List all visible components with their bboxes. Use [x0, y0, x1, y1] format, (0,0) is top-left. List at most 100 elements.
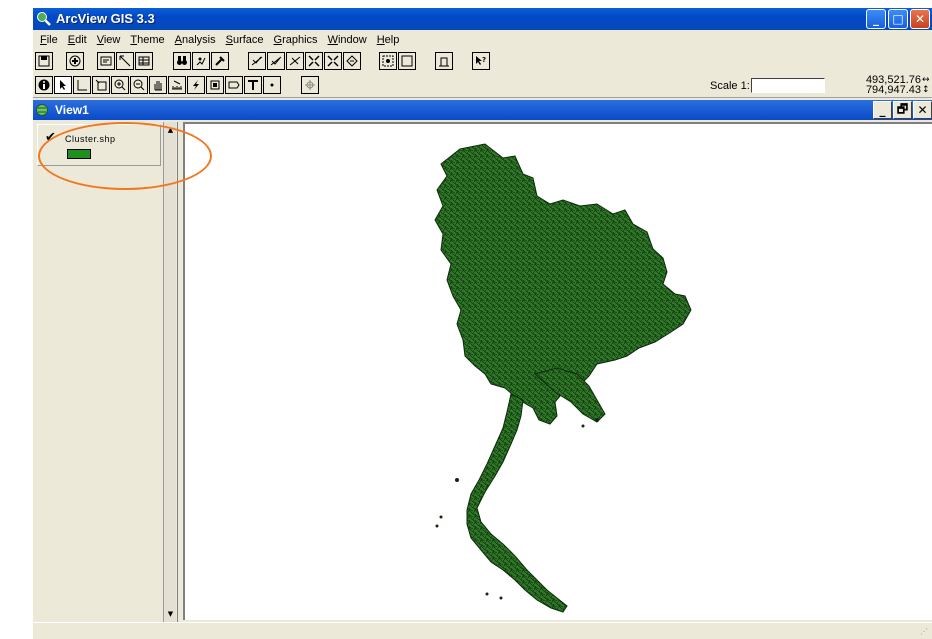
- menu-analysis-key: A: [174, 33, 182, 46]
- minimize-button[interactable]: _: [866, 9, 886, 29]
- menu-view[interactable]: View: [92, 34, 126, 46]
- menu-help-rest: elp: [384, 33, 400, 46]
- menu-theme[interactable]: Theme: [125, 34, 169, 46]
- menu-surface[interactable]: Surface: [221, 34, 269, 46]
- menu-graphics-key: G: [273, 33, 283, 46]
- menu-analysis[interactable]: Analysis: [170, 34, 221, 46]
- menu-graphics-rest: raphics: [282, 33, 318, 46]
- map-display[interactable]: [183, 122, 932, 620]
- globe-magnifier-icon: [37, 12, 51, 26]
- zoom-previous-button[interactable]: [343, 52, 361, 70]
- scale-label: Scale 1:: [710, 80, 750, 92]
- layout-icon: [439, 57, 449, 67]
- vertex-edit-tool[interactable]: [73, 76, 91, 94]
- status-bar: ⋰: [33, 622, 932, 639]
- close-button[interactable]: ✕: [910, 9, 930, 29]
- locate-address-button[interactable]: [192, 52, 210, 70]
- title-bar[interactable]: ArcView GIS 3.3 _ □ ✕: [33, 8, 932, 30]
- label-icon: [228, 81, 240, 89]
- view-title-bar[interactable]: View1 _ 🗗 ✕: [33, 100, 932, 120]
- view-title: View1: [55, 103, 89, 117]
- menu-bar: File Edit View Theme Analysis Surface Gr…: [33, 30, 932, 49]
- measure-icon: [172, 80, 182, 90]
- area-of-interest-icon: [210, 80, 220, 90]
- menu-surface-key: S: [225, 33, 233, 46]
- cursor-coordinates: 493,521.76 794,947.43: [865, 75, 921, 96]
- add-theme-button[interactable]: [66, 52, 84, 70]
- zoom-full-extent-button[interactable]: [248, 52, 266, 70]
- menu-window-rest: indow: [337, 33, 367, 46]
- view-close-button[interactable]: ✕: [913, 101, 932, 119]
- select-feature-tool[interactable]: [92, 76, 110, 94]
- table-icon: [138, 56, 150, 66]
- select-features-button[interactable]: [379, 52, 397, 70]
- pan-tool[interactable]: [149, 76, 167, 94]
- find-button[interactable]: [173, 52, 191, 70]
- help-button[interactable]: ?: [472, 52, 490, 70]
- clear-selection-icon: [401, 55, 413, 67]
- vertex-edit-icon: [77, 80, 87, 91]
- map-island: [439, 515, 443, 519]
- theme-entry-cluster[interactable]: ✔ Cluster.shp: [37, 124, 161, 166]
- lightning-icon: [193, 80, 199, 90]
- menu-view-key: V: [96, 33, 104, 46]
- save-project-button[interactable]: [35, 52, 53, 70]
- zoom-active-themes-button[interactable]: [267, 52, 285, 70]
- zoom-in-button[interactable]: [305, 52, 323, 70]
- coord-y: 794,947.43: [865, 84, 921, 96]
- snap-tool[interactable]: [301, 76, 319, 94]
- hot-link-tool[interactable]: [187, 76, 205, 94]
- menu-window[interactable]: Window: [323, 34, 372, 46]
- menu-edit[interactable]: Edit: [63, 34, 92, 46]
- map-island: [435, 524, 439, 528]
- toc-scrollbar[interactable]: ▲ ▼: [163, 122, 176, 622]
- clear-selection-button[interactable]: [398, 52, 416, 70]
- scale-input[interactable]: [751, 78, 825, 93]
- zoom-in-tool[interactable]: [111, 76, 129, 94]
- info-icon: [38, 79, 50, 91]
- zoom-previous-icon: [346, 55, 358, 67]
- resize-grip-icon[interactable]: ⋰: [920, 627, 930, 637]
- zoom-out-tool[interactable]: [130, 76, 148, 94]
- theme-name: Cluster.shp: [65, 134, 116, 144]
- measure-tool[interactable]: [168, 76, 186, 94]
- menu-file-key: F: [40, 33, 47, 46]
- select-features-icon: [382, 55, 394, 67]
- svg-text:?: ?: [482, 56, 486, 64]
- menu-view-rest: iew: [103, 33, 121, 46]
- text-tool[interactable]: [244, 76, 262, 94]
- view-restore-button[interactable]: 🗗: [893, 101, 912, 119]
- area-of-interest-tool[interactable]: [206, 76, 224, 94]
- zoom-out-icon: [133, 79, 145, 91]
- edit-legend-button[interactable]: [116, 52, 134, 70]
- pointer-tool[interactable]: [54, 76, 72, 94]
- coordinate-arrows: ↔ ↕: [922, 75, 930, 95]
- layout-button[interactable]: [435, 52, 453, 70]
- snap-icon: [305, 80, 315, 90]
- scroll-up-arrow-icon[interactable]: ▲: [165, 124, 176, 136]
- tool-bar: Scale 1: 493,521.76 794,947.43 ↔ ↕: [33, 74, 932, 98]
- maximize-button[interactable]: □: [888, 9, 908, 29]
- map-island: [581, 424, 585, 428]
- zoom-out-button[interactable]: [324, 52, 342, 70]
- open-table-button[interactable]: [135, 52, 153, 70]
- theme-legend-swatch[interactable]: [67, 149, 91, 159]
- theme-visibility-checkbox[interactable]: ✔: [45, 130, 56, 145]
- menu-graphics[interactable]: Graphics: [269, 34, 323, 46]
- menu-theme-rest: heme: [137, 33, 165, 46]
- label-tool[interactable]: [225, 76, 243, 94]
- zoom-selected-button[interactable]: [286, 52, 304, 70]
- identify-tool[interactable]: [35, 76, 53, 94]
- theme-properties-button[interactable]: [97, 52, 115, 70]
- locate-icon: [196, 57, 206, 66]
- menu-help[interactable]: Help: [372, 34, 405, 46]
- draw-point-tool[interactable]: [263, 76, 281, 94]
- binoculars-icon: [177, 56, 187, 65]
- scroll-down-arrow-icon[interactable]: ▼: [165, 608, 176, 620]
- menu-file[interactable]: File: [35, 34, 63, 46]
- view-minimize-button[interactable]: _: [873, 101, 892, 119]
- zoom-out-arrows-icon: [327, 55, 339, 67]
- query-builder-button[interactable]: [211, 52, 229, 70]
- save-icon: [38, 55, 50, 67]
- legend-icon: [119, 55, 131, 67]
